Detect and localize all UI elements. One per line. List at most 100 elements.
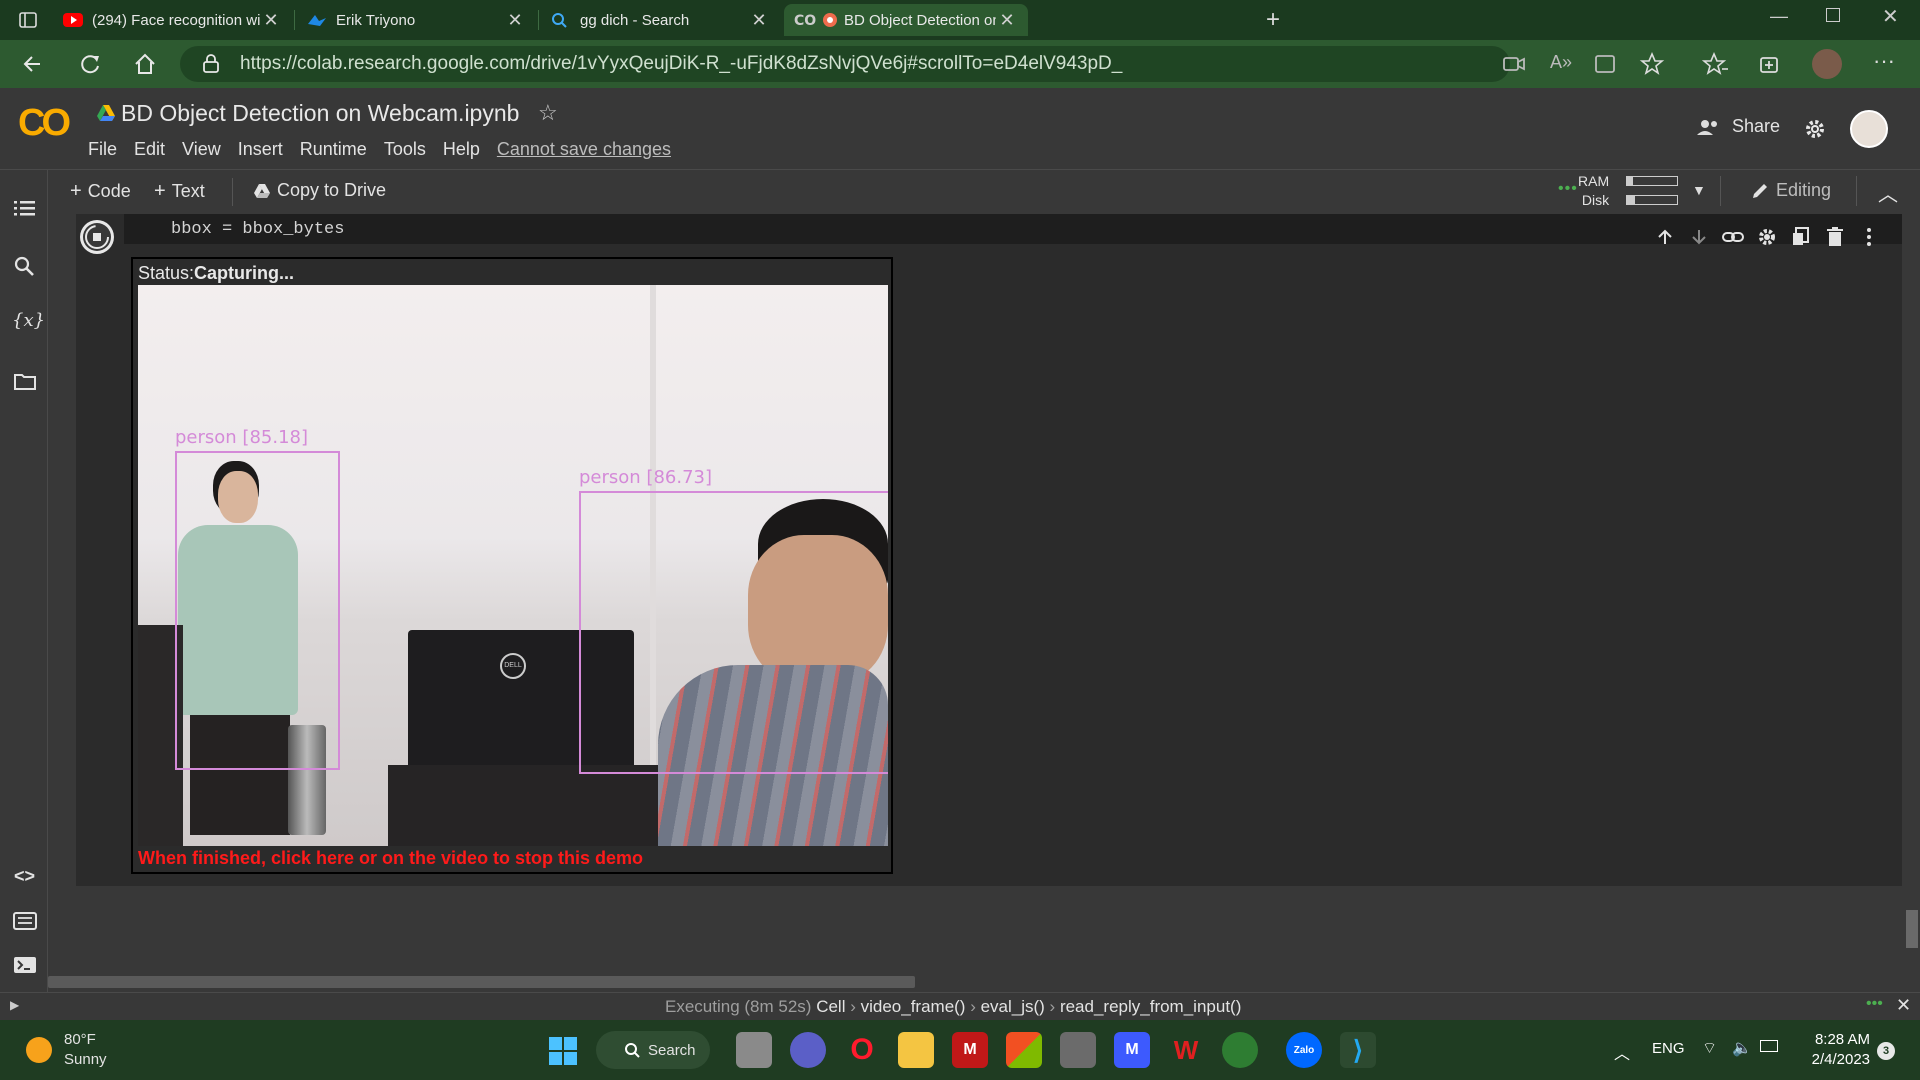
wps-office-icon[interactable]: W [1168, 1032, 1204, 1068]
notification-badge[interactable]: 3 [1877, 1042, 1895, 1060]
copy-to-drive-button[interactable]: Copy to Drive [253, 180, 386, 201]
chevron-up-icon[interactable]: ︿ [1614, 1040, 1630, 1064]
vscode-icon[interactable]: ⟩ [1340, 1032, 1376, 1068]
task-view-icon[interactable] [736, 1032, 772, 1068]
volume-icon[interactable]: 🔈 [1732, 1038, 1752, 1058]
back-icon[interactable] [20, 50, 48, 78]
opera-icon[interactable]: O [844, 1032, 880, 1068]
taskbar-search[interactable]: Search [596, 1031, 710, 1069]
variables-icon[interactable]: {x} [12, 310, 45, 331]
tab-actions-icon[interactable] [18, 10, 38, 30]
colab-logo[interactable]: CO [18, 102, 71, 145]
restore-button[interactable] [1826, 8, 1840, 22]
star-icon[interactable]: ☆ [538, 100, 558, 126]
menu-help[interactable]: Help [443, 139, 480, 160]
battery-icon[interactable] [1760, 1040, 1778, 1052]
account-avatar[interactable] [1850, 110, 1888, 148]
tab-title: BD Object Detection on We [844, 11, 996, 29]
close-icon[interactable]: ✕ [996, 10, 1018, 31]
gear-icon[interactable] [1754, 224, 1780, 250]
executing-time: Executing (8m 52s) [665, 997, 812, 1016]
stop-demo-hint[interactable]: When finished, click here or on the vide… [138, 848, 643, 869]
code-line[interactable]: bbox = bbox_bytes [124, 214, 902, 244]
execution-status[interactable]: Executing (8m 52s) Cell › video_frame() … [665, 997, 1241, 1017]
code-snippets-icon[interactable]: <> [14, 866, 35, 887]
tab-search[interactable]: gg dich - Search ✕ [540, 4, 780, 36]
collections-icon[interactable] [1756, 50, 1784, 78]
connected-dots-icon[interactable]: ••• [1866, 995, 1883, 1013]
webcam-output[interactable]: Status:Capturing... DELL person [85.18] … [131, 257, 893, 874]
gear-icon[interactable] [1804, 118, 1826, 140]
drive-icon [97, 105, 115, 121]
chevron-up-icon[interactable]: ︿ [1878, 178, 1898, 207]
windows-start-icon[interactable] [548, 1036, 578, 1066]
wifi-icon[interactable]: ⌔ [1702, 1038, 1717, 1058]
status-prefix: Status: [138, 263, 195, 283]
stop-execution-button[interactable] [80, 220, 114, 254]
profile-avatar[interactable] [1812, 49, 1842, 79]
share-button[interactable]: Share [1696, 116, 1780, 137]
menu-runtime[interactable]: Runtime [300, 139, 367, 160]
close-icon[interactable]: ✕ [1896, 995, 1911, 1016]
add-code-button[interactable]: + Code [70, 180, 131, 203]
notebook-title[interactable]: BD Object Detection on Webcam.ipynb [121, 100, 519, 127]
move-down-icon[interactable] [1686, 224, 1712, 250]
search-icon[interactable] [12, 254, 38, 280]
menu-edit[interactable]: Edit [134, 139, 165, 160]
more-vertical-icon[interactable] [1856, 224, 1882, 250]
terminal-icon[interactable] [12, 952, 38, 978]
close-icon[interactable]: ✕ [748, 10, 770, 31]
chevron-down-icon[interactable]: ▼ [1692, 182, 1706, 198]
folder-icon[interactable] [12, 368, 38, 394]
menu-tools[interactable]: Tools [384, 139, 426, 160]
video-frame[interactable]: DELL person [85.18] person [86.73] [138, 285, 888, 846]
reload-icon[interactable] [76, 50, 104, 78]
menu-view[interactable]: View [182, 139, 221, 160]
language-indicator[interactable]: ENG [1652, 1040, 1685, 1057]
url-field[interactable]: https://colab.research.google.com/drive/… [180, 46, 1510, 82]
mcafee-icon[interactable]: M [952, 1032, 988, 1068]
command-palette-icon[interactable] [12, 908, 38, 934]
menu-insert[interactable]: Insert [238, 139, 283, 160]
ms-store-icon[interactable] [1006, 1032, 1042, 1068]
favorites-icon[interactable] [1702, 50, 1730, 78]
tab-erik[interactable]: Erik Triyono ✕ [296, 4, 536, 36]
resource-meter[interactable]: RAM Disk [1578, 172, 1609, 210]
read-aloud-icon[interactable]: A» [1550, 52, 1572, 73]
connected-indicator[interactable]: ••• [1558, 180, 1578, 198]
camera-icon[interactable] [1500, 50, 1528, 78]
unity-icon[interactable] [1060, 1032, 1096, 1068]
zalo-icon[interactable]: Zalo [1286, 1032, 1322, 1068]
tab-youtube[interactable]: (294) Face recognition with the C ✕ [52, 4, 292, 36]
weather-widget[interactable]: 80°F Sunny [26, 1030, 107, 1070]
favorite-add-icon[interactable] [1638, 50, 1666, 78]
math-app-icon[interactable]: M [1114, 1032, 1150, 1068]
minimize-button[interactable]: — [1770, 6, 1788, 27]
table-of-contents-icon[interactable] [12, 196, 38, 222]
horizontal-scrollbar[interactable] [48, 976, 915, 988]
link-icon[interactable] [1720, 224, 1746, 250]
crumb-read-reply: read_reply_from_input() [1059, 997, 1242, 1016]
trash-icon[interactable] [1822, 224, 1848, 250]
menu-bar: File Edit View Insert Runtime Tools Help… [88, 139, 671, 160]
expand-icon[interactable]: ▶ [10, 998, 19, 1012]
menu-file[interactable]: File [88, 139, 117, 160]
add-text-button[interactable]: + Text [154, 180, 205, 203]
move-up-icon[interactable] [1652, 224, 1678, 250]
clock[interactable]: 8:28 AM 2/4/2023 [1812, 1030, 1870, 1070]
teams-chat-icon[interactable] [790, 1032, 826, 1068]
new-tab-button[interactable]: + [1266, 6, 1280, 34]
close-window-button[interactable]: ✕ [1882, 4, 1899, 29]
edge-browser-icon[interactable] [1222, 1032, 1258, 1068]
mirror-cell-icon[interactable] [1788, 224, 1814, 250]
close-icon[interactable]: ✕ [260, 10, 282, 31]
editing-mode-button[interactable]: Editing [1750, 180, 1831, 201]
tab-colab-active[interactable]: CO BD Object Detection on We ✕ [784, 4, 1028, 36]
immersive-reader-icon[interactable] [1592, 50, 1620, 78]
vertical-scrollbar[interactable] [1906, 910, 1918, 948]
home-icon[interactable] [131, 50, 159, 78]
save-warning-link[interactable]: Cannot save changes [497, 139, 671, 160]
file-explorer-icon[interactable] [898, 1032, 934, 1068]
close-icon[interactable]: ✕ [504, 10, 526, 31]
more-icon[interactable]: ··· [1873, 48, 1895, 74]
